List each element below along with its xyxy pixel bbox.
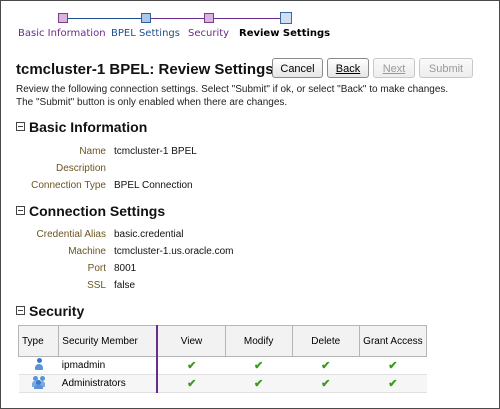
field-label-description: Description xyxy=(55,163,106,174)
field-value-name: tcmcluster-1 BPEL xyxy=(114,146,197,157)
field-value-credential-alias: basic.credential xyxy=(114,229,184,240)
instructions-line-1: Review the following connection settings… xyxy=(16,84,449,95)
train-connector xyxy=(68,18,141,19)
view-cell: ✔ xyxy=(157,374,226,393)
section-header-connection-settings[interactable]: Connection Settings xyxy=(16,203,165,219)
field-value-port: 8001 xyxy=(114,263,137,274)
field-value-ssl: false xyxy=(114,280,136,291)
table-row[interactable]: Administrators ✔ ✔ ✔ ✔ xyxy=(18,374,427,393)
column-header-delete[interactable]: Delete xyxy=(291,325,360,357)
train-connector xyxy=(214,18,280,19)
field-value-connection-type: BPEL Connection xyxy=(114,180,193,191)
collapse-icon[interactable] xyxy=(16,205,25,215)
section-header-security[interactable]: Security xyxy=(16,303,84,319)
delete-cell: ✔ xyxy=(292,356,360,375)
train-connector xyxy=(151,18,204,19)
column-header-modify[interactable]: Modify xyxy=(224,325,293,357)
instructions-line-2: The "Submit" button is only enabled when… xyxy=(16,97,288,108)
field-label-port: Port xyxy=(87,263,106,274)
check-icon: ✔ xyxy=(254,378,264,390)
table-header-row: Type Security Member View Modify Delete … xyxy=(17,325,428,357)
section-title: Basic Information xyxy=(29,119,148,135)
check-icon: ✔ xyxy=(321,360,331,372)
check-icon: ✔ xyxy=(254,360,264,372)
check-icon: ✔ xyxy=(187,378,197,390)
back-button[interactable]: Back xyxy=(327,58,369,78)
view-cell: ✔ xyxy=(157,356,226,375)
check-icon: ✔ xyxy=(187,360,197,372)
grant-access-cell: ✔ xyxy=(359,374,427,393)
delete-cell: ✔ xyxy=(292,374,360,393)
field-value-machine: tcmcluster-1.us.oracle.com xyxy=(114,246,234,257)
train-label-review-settings: Review Settings xyxy=(239,28,331,39)
train-stop-security[interactable] xyxy=(204,13,214,23)
table-row[interactable]: ipmadmin ✔ ✔ ✔ ✔ xyxy=(18,356,427,375)
wizard-train: Basic Information BPEL Settings Security… xyxy=(1,1,500,45)
check-icon: ✔ xyxy=(388,360,398,372)
type-cell xyxy=(18,356,59,375)
security-table: Type Security Member View Modify Delete … xyxy=(17,325,428,393)
field-label-machine: Machine xyxy=(68,246,106,257)
back-button-label: Back xyxy=(335,63,361,75)
train-stop-bpel-settings[interactable] xyxy=(141,13,151,23)
field-label-credential-alias: Credential Alias xyxy=(36,229,106,240)
type-cell xyxy=(18,374,59,393)
check-icon: ✔ xyxy=(388,378,398,390)
next-button-label: Next xyxy=(382,63,406,75)
field-label-connection-type: Connection Type xyxy=(31,180,106,191)
column-header-grant-access[interactable]: Grant Access xyxy=(358,325,428,357)
modify-cell: ✔ xyxy=(225,356,293,375)
train-label-bpel-settings[interactable]: BPEL Settings xyxy=(111,28,180,39)
grant-access-cell: ✔ xyxy=(359,356,427,375)
cancel-button[interactable]: Cancel xyxy=(272,58,323,78)
collapse-icon[interactable] xyxy=(16,121,25,131)
modify-cell: ✔ xyxy=(225,374,293,393)
section-title: Security xyxy=(29,303,85,319)
section-title: Connection Settings xyxy=(29,203,166,219)
security-member-cell: Administrators xyxy=(58,374,159,393)
column-header-type[interactable]: Type xyxy=(17,325,60,357)
train-label-basic-information[interactable]: Basic Information xyxy=(18,28,106,39)
field-label-name: Name xyxy=(79,146,106,157)
group-icon xyxy=(31,375,46,389)
train-stop-review-settings xyxy=(280,12,292,24)
column-header-view[interactable]: View xyxy=(156,325,226,357)
column-header-security-member[interactable]: Security Member xyxy=(58,325,159,357)
train-stop-basic-information[interactable] xyxy=(58,13,68,23)
check-icon: ✔ xyxy=(321,378,331,390)
user-icon xyxy=(32,357,46,371)
train-label-security[interactable]: Security xyxy=(188,28,229,39)
section-header-basic-information[interactable]: Basic Information xyxy=(16,119,147,135)
field-label-ssl: SSL xyxy=(87,280,106,291)
submit-button[interactable]: Submit xyxy=(419,58,473,78)
page-title: tcmcluster-1 BPEL: Review Settings xyxy=(16,61,274,78)
next-button[interactable]: Next xyxy=(373,58,415,78)
collapse-icon[interactable] xyxy=(16,305,25,315)
security-member-cell: ipmadmin xyxy=(58,356,159,375)
wizard-frame: Basic Information BPEL Settings Security… xyxy=(0,0,500,409)
